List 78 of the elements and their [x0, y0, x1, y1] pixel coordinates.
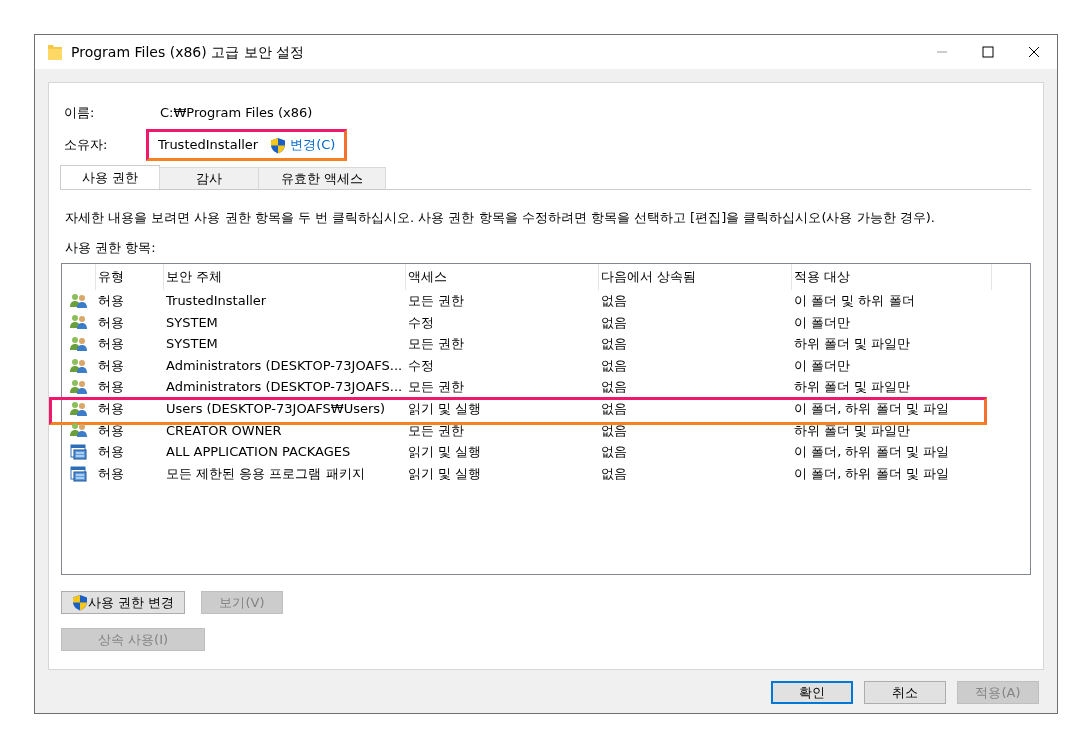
tab[interactable]: 사용 권한: [60, 165, 160, 190]
table-cell-text: 이 폴더, 하위 폴더 및 파일: [793, 464, 950, 483]
table-cell-text: CREATOR OWNER: [165, 421, 283, 440]
users-icon: [70, 314, 88, 331]
table-cell-text: 허용: [97, 292, 125, 311]
table-cell-text: 없음: [600, 443, 628, 462]
table-cell-text: 모든 권한: [407, 335, 466, 354]
table-cell-text: SYSTEM: [165, 335, 219, 354]
table-cell-text: 없음: [600, 378, 628, 397]
users-icon: [70, 400, 88, 417]
shield-icon: [270, 136, 287, 154]
table-cell-text: 이 폴더만: [793, 356, 852, 375]
instruction-text: 자세한 내용을 보려면 사용 권한 항목을 두 번 클릭하십시오. 사용 권한 항목을 수정하려면 항목을 선택하고 [편집]을 클릭하십시오(사용 가능한 경우).: [64, 209, 936, 227]
table-cell-text: Administrators (DESKTOP-73JOAFS...: [165, 356, 404, 375]
window-title: Program Files (x86) 고급 보안 설정: [71, 42, 305, 62]
app-window-icon: [70, 443, 88, 460]
column-header[interactable]: 유형: [96, 264, 164, 290]
table-cell-text: 없음: [600, 400, 628, 418]
app-window-icon: [70, 465, 88, 482]
table-cell-text: 수정: [407, 356, 435, 375]
change-owner-link[interactable]: 변경(C): [270, 135, 336, 155]
name-value: C:₩Program Files (x86): [160, 104, 313, 123]
table-cell-text: 이 폴더만: [793, 313, 852, 332]
table-cell-text: 하위 폴더 및 파일만: [793, 421, 912, 440]
column-header[interactable]: 보안 주체: [164, 264, 406, 290]
table-cell-text: 수정: [407, 313, 435, 332]
table-cell-text: 없음: [600, 335, 628, 354]
shield-icon: [71, 594, 88, 611]
tab[interactable]: 유효한 액세스: [258, 167, 386, 190]
table-cell-text: 이 폴더, 하위 폴더 및 파일: [793, 443, 950, 462]
table-cell-text: 이 폴더, 하위 폴더 및 파일: [793, 400, 950, 418]
owner-value: TrustedInstaller: [158, 136, 259, 155]
table-cell-text: 모든 제한된 응용 프로그램 패키지: [165, 464, 366, 483]
table-cell-text: 읽기 및 실행: [407, 443, 483, 462]
name-label: 이름:: [63, 104, 96, 123]
dialog-button[interactable]: 확인: [771, 681, 853, 704]
users-icon: [70, 292, 88, 309]
table-cell-text: 허용: [97, 400, 125, 418]
users-icon: [70, 336, 88, 352]
table-cell-text: 이 폴더 및 하위 폴더: [793, 292, 916, 311]
column-header[interactable]: 적용 대상: [792, 264, 992, 290]
users-icon: [70, 422, 88, 439]
close-icon: [1028, 46, 1040, 58]
folder-icon: [47, 43, 63, 61]
column-header[interactable]: 액세스: [406, 264, 599, 290]
table-cell-text: 없음: [600, 356, 628, 375]
owner-label: 소유자:: [63, 136, 109, 155]
table-cell-text: 허용: [97, 464, 125, 483]
table-cell-text: 허용: [97, 443, 125, 462]
table-cell-text: 읽기 및 실행: [407, 400, 483, 418]
table-cell-text: ALL APPLICATION PACKAGES: [165, 443, 352, 462]
table-cell-text: 허용: [97, 313, 125, 332]
table-cell-text: 모든 권한: [407, 292, 466, 311]
table-cell-text: SYSTEM: [165, 313, 219, 332]
table-cell-text: Administrators (DESKTOP-73JOAFS...: [165, 378, 404, 397]
table-cell-text: 허용: [97, 421, 125, 440]
column-header[interactable]: 다음에서 상속됨: [599, 264, 792, 290]
table-cell-text: 없음: [600, 292, 628, 311]
table-cell-text: 없음: [600, 421, 628, 440]
tab[interactable]: 감사: [159, 167, 259, 190]
table-cell-text: 모든 권한: [407, 378, 466, 397]
table-cell-text: 허용: [97, 356, 125, 375]
dialog-button[interactable]: 취소: [864, 681, 946, 704]
permission-button[interactable]: 사용 권한 변경: [61, 591, 185, 614]
table-cell-text: 없음: [600, 464, 628, 483]
table-cell-text: 하위 폴더 및 파일만: [793, 335, 912, 354]
table-cell-text: TrustedInstaller: [165, 292, 268, 311]
entries-label: 사용 권한 항목:: [64, 238, 157, 257]
table-cell-text: 읽기 및 실행: [407, 464, 483, 483]
table-cell-text: 없음: [600, 313, 628, 332]
table-cell-text: 허용: [97, 378, 125, 397]
maximize-icon: [982, 46, 994, 58]
table-cell-text: Users (DESKTOP-73JOAFS₩Users): [165, 400, 387, 418]
users-icon: [70, 379, 88, 396]
users-icon: [70, 357, 88, 374]
table-cell-text: 하위 폴더 및 파일만: [793, 378, 912, 397]
table-cell-text: 허용: [97, 335, 125, 354]
table-cell-text: 모든 권한: [407, 421, 466, 440]
